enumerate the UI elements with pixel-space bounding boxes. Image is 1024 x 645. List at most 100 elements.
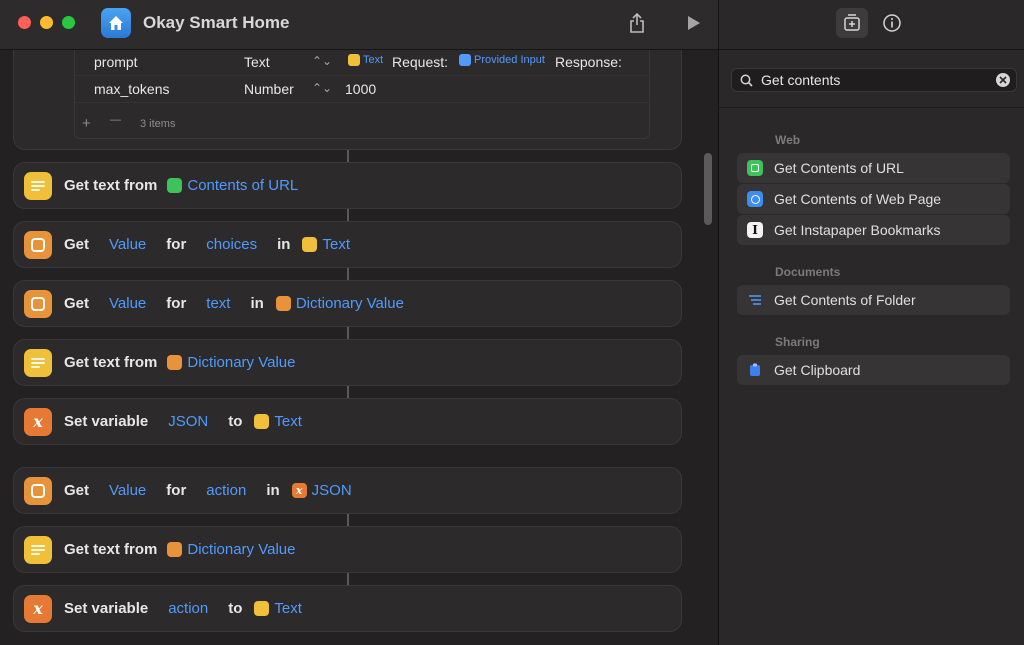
- url-icon: [167, 178, 183, 193]
- action-label: to: [228, 413, 243, 430]
- action-token[interactable]: choices: [206, 236, 257, 253]
- param-value-text[interactable]: Response:: [555, 54, 622, 70]
- connector-line: [347, 209, 349, 221]
- safari-compass-icon: [747, 191, 763, 207]
- action-token[interactable]: Text: [254, 600, 302, 617]
- dictionary-icon: [167, 355, 183, 370]
- result-get-contents-of-folder[interactable]: Get Contents of Folder: [737, 285, 1010, 315]
- clear-search-icon[interactable]: [996, 73, 1010, 87]
- result-label: Get Contents of Web Page: [774, 191, 942, 207]
- add-row-button[interactable]: +: [82, 115, 91, 132]
- search-input[interactable]: [761, 72, 981, 88]
- editor-scrollbar[interactable]: [704, 153, 712, 225]
- result-get-contents-of-url[interactable]: Get Contents of URL: [737, 153, 1010, 183]
- close-window-button[interactable]: [18, 16, 31, 29]
- action-label: to: [228, 600, 243, 617]
- param-key[interactable]: prompt: [94, 54, 138, 70]
- action-token[interactable]: action: [206, 482, 246, 499]
- action-label: in: [277, 236, 291, 253]
- text-icon: [254, 414, 270, 429]
- run-play-icon[interactable]: [681, 11, 705, 35]
- result-label: Get Clipboard: [774, 362, 861, 378]
- info-icon[interactable]: [876, 8, 908, 38]
- action-label: Get text from: [64, 354, 158, 371]
- text-variable-token[interactable]: Text: [348, 54, 383, 66]
- result-get-instapaper-bookmarks[interactable]: I Get Instapaper Bookmarks: [737, 215, 1010, 245]
- get-value-for-key-action[interactable]: Get Value for action in x JSON: [13, 467, 682, 514]
- action-token[interactable]: Dictionary Value: [167, 541, 295, 558]
- action-token[interactable]: Contents of URL: [167, 177, 298, 194]
- item-count: 3 items: [140, 118, 176, 130]
- action-library-icon[interactable]: [836, 8, 868, 38]
- get-text-from-action[interactable]: Get text from Dictionary Value: [13, 339, 682, 386]
- action-label: Get text from: [64, 177, 158, 194]
- action-token[interactable]: Value: [109, 482, 146, 499]
- search-icon: [740, 74, 753, 87]
- action-token[interactable]: Value: [109, 236, 146, 253]
- share-icon[interactable]: [625, 11, 649, 35]
- section-header-web: Web: [775, 133, 801, 147]
- connector-line: [347, 150, 349, 162]
- text-icon: [302, 237, 318, 252]
- instapaper-icon: I: [747, 222, 763, 238]
- connector-line: [347, 514, 349, 526]
- action-label: Get: [64, 482, 90, 499]
- connector-line: [347, 268, 349, 280]
- action-token[interactable]: Value: [109, 295, 146, 312]
- parameters-table: prompt Text ⌃⌄ Text Request: Provided In…: [74, 50, 651, 139]
- action-search-field[interactable]: [731, 68, 1017, 92]
- connector-line: [347, 327, 349, 339]
- get-value-for-key-action[interactable]: Get Value for choices in Text: [13, 221, 682, 268]
- get-text-from-action[interactable]: Get text from Contents of URL: [13, 162, 682, 209]
- shortcut-title[interactable]: Okay Smart Home: [143, 13, 289, 33]
- action-token[interactable]: action: [168, 600, 208, 617]
- set-variable-action[interactable]: x Set variable JSON to Text: [13, 398, 682, 445]
- dictionary-icon: [275, 296, 291, 311]
- text-icon: [254, 601, 270, 616]
- variable-icon: x: [24, 594, 52, 623]
- param-value-text[interactable]: Request:: [392, 54, 448, 70]
- action-label: Get text from: [64, 541, 158, 558]
- action-token[interactable]: Dictionary Value: [167, 354, 295, 371]
- home-icon: [101, 8, 131, 38]
- action-token[interactable]: JSON: [168, 413, 208, 430]
- param-type[interactable]: Text: [244, 54, 270, 70]
- section-header-documents: Documents: [775, 265, 841, 279]
- get-value-for-key-action[interactable]: Get Value for text in Dictionary Value: [13, 280, 682, 327]
- result-label: Get Contents of URL: [774, 160, 904, 176]
- set-variable-action[interactable]: x Set variable action to Text: [13, 585, 682, 632]
- chevron-updown-icon[interactable]: ⌃⌄: [312, 54, 332, 68]
- param-type[interactable]: Number: [244, 81, 294, 97]
- divider: [719, 107, 1024, 108]
- minimize-window-button[interactable]: [40, 16, 53, 29]
- remove-row-button[interactable]: —: [110, 114, 121, 126]
- table-row[interactable]: max_tokens Number ⌃⌄ 1000: [75, 76, 651, 103]
- zoom-window-button[interactable]: [62, 16, 75, 29]
- section-header-sharing: Sharing: [775, 335, 820, 349]
- get-contents-of-url-action[interactable]: prompt Text ⌃⌄ Text Request: Provided In…: [13, 50, 682, 150]
- dictionary-icon: [24, 289, 52, 318]
- parameters-footer: + — 3 items: [75, 112, 651, 138]
- provided-input-token[interactable]: Provided Input: [459, 54, 545, 66]
- result-get-contents-of-web-page[interactable]: Get Contents of Web Page: [737, 184, 1010, 214]
- param-key[interactable]: max_tokens: [94, 81, 169, 97]
- table-row[interactable]: prompt Text ⌃⌄ Text Request: Provided In…: [75, 50, 651, 76]
- get-text-from-action[interactable]: Get text from Dictionary Value: [13, 526, 682, 573]
- action-token[interactable]: Text: [302, 236, 350, 253]
- result-get-clipboard[interactable]: Get Clipboard: [737, 355, 1010, 385]
- dictionary-icon: [24, 476, 52, 505]
- action-token[interactable]: Text: [254, 413, 302, 430]
- action-token[interactable]: x JSON: [291, 482, 352, 499]
- action-token[interactable]: Dictionary Value: [275, 295, 404, 312]
- action-label: Get: [64, 236, 90, 253]
- result-label: Get Instapaper Bookmarks: [774, 222, 941, 238]
- action-token[interactable]: text: [206, 295, 230, 312]
- param-value[interactable]: 1000: [345, 81, 376, 97]
- chevron-updown-icon[interactable]: ⌃⌄: [312, 81, 332, 95]
- variable-icon: x: [24, 407, 52, 436]
- action-label: for: [166, 236, 187, 253]
- action-label: for: [166, 482, 187, 499]
- action-label: in: [250, 295, 264, 312]
- connector-line: [347, 573, 349, 585]
- title-bar: Okay Smart Home: [0, 0, 718, 50]
